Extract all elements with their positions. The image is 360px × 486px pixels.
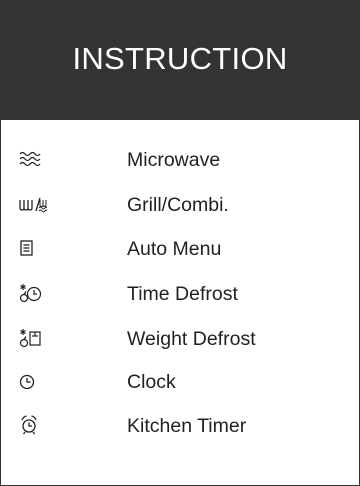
list-item-grill-combi: Grill/Combi.	[1, 190, 359, 220]
clock-icon	[19, 369, 47, 395]
list-item-label: Weight Defrost	[127, 328, 256, 350]
list-item-time-defrost: Time Defrost	[1, 279, 359, 309]
list-item-label: Kitchen Timer	[127, 415, 247, 437]
header-bar: INSTRUCTION	[1, 1, 359, 120]
instruction-panel: INSTRUCTION Microwave Grill/Combi. Auto …	[0, 0, 360, 486]
list-item-label: Auto Menu	[127, 238, 222, 260]
weight-defrost-icon	[19, 326, 47, 352]
list-item-microwave: Microwave	[1, 145, 359, 175]
grill-combi-icon	[19, 192, 47, 218]
page-title: INSTRUCTION	[72, 41, 288, 76]
list-item-label: Grill/Combi.	[127, 194, 229, 216]
list-item-clock: Clock	[1, 367, 359, 397]
microwave-waves-icon	[19, 147, 47, 173]
list-item-label: Clock	[127, 371, 176, 393]
list-item-kitchen-timer: Kitchen Timer	[1, 411, 359, 441]
time-defrost-icon	[19, 281, 47, 307]
list-item-label: Time Defrost	[127, 283, 238, 305]
list-item-weight-defrost: Weight Defrost	[1, 324, 359, 354]
auto-menu-icon	[19, 236, 47, 262]
kitchen-timer-icon	[19, 413, 47, 439]
list-item-label: Microwave	[127, 149, 221, 171]
list-item-auto-menu: Auto Menu	[1, 234, 359, 264]
